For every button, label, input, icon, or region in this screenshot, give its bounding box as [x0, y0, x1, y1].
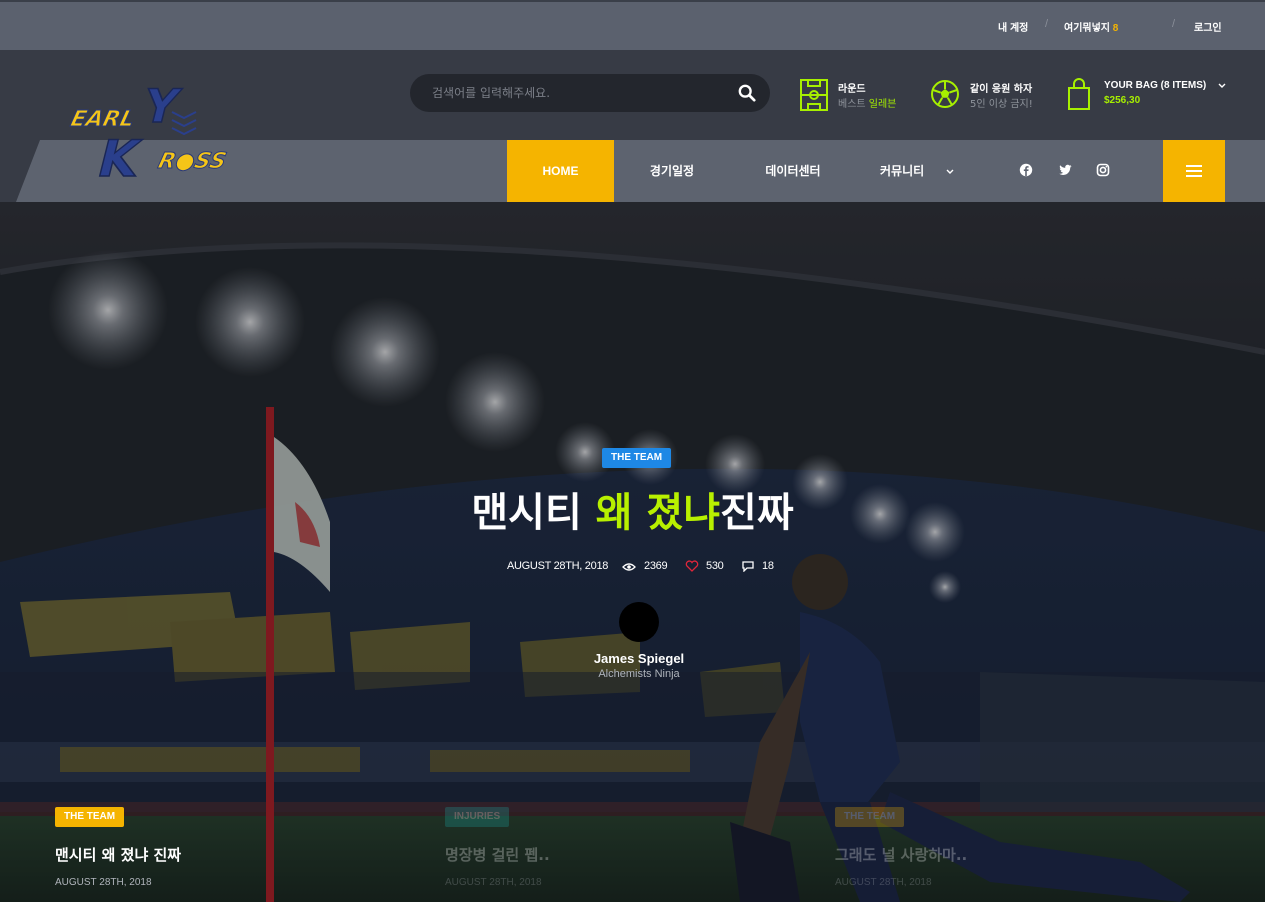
nav-data-center[interactable]: 데이터센터 — [748, 140, 838, 202]
round-subtitle: 베스트 일레븐 — [838, 95, 896, 110]
author-role: Alchemists Ninja — [598, 668, 680, 680]
hero-date: AUGUST 28TH, 2018 — [507, 560, 609, 572]
twitter-icon[interactable] — [1058, 163, 1072, 177]
card-category-badge[interactable]: THE TEAM — [835, 807, 905, 827]
cheer-title: 같이 응원 하자 — [970, 84, 1033, 95]
hero-title-highlight: 왜 졌냐 — [595, 490, 721, 536]
round-sub-highlight: 일레븐 — [868, 99, 897, 110]
post-card[interactable]: THE TEAM 맨시티 왜 졌냐 진짜 AUGUST 28TH, 2018 — [55, 806, 355, 888]
card-date: AUGUST 28TH, 2018 — [835, 877, 932, 888]
search-icon[interactable] — [738, 84, 756, 102]
bag-price: $256,30 — [1104, 95, 1141, 106]
logo-letter-k: K — [92, 130, 147, 184]
hero-title[interactable]: 맨시티 왜 졌냐진짜 — [0, 480, 1265, 538]
my-account-link[interactable]: 내 계정 — [998, 19, 1028, 34]
logo-text-early: EARL — [68, 106, 137, 132]
facebook-icon[interactable] — [1019, 163, 1033, 177]
cheer-subtitle: 5인 이상 금지! — [970, 99, 1033, 110]
nav-home[interactable]: HOME — [507, 140, 614, 202]
logo-letter-y: Y — [137, 84, 186, 134]
nav-community[interactable]: 커뮤니티 — [880, 140, 952, 202]
hero-comments: 18 — [762, 560, 774, 572]
card-date: AUGUST 28TH, 2018 — [55, 877, 152, 888]
card-category-badge[interactable]: INJURIES — [445, 807, 510, 827]
hero-likes: 530 — [706, 560, 724, 572]
menu-line — [1186, 165, 1202, 167]
instagram-icon[interactable] — [1096, 163, 1110, 177]
chevron-down-icon — [1218, 83, 1226, 88]
post-card[interactable]: INJURIES 명장병 걸린 펩.. AUGUST 28TH, 2018 — [445, 806, 745, 888]
comment-icon[interactable] — [741, 560, 755, 572]
round-sub-prefix: 베스트 — [838, 99, 869, 110]
bag-title: YOUR BAG (8 ITEMS) — [1104, 80, 1207, 91]
hero-title-part2: 진짜 — [720, 490, 794, 536]
logo-text-ross: R●SS — [156, 148, 229, 174]
wishlist-label: 여기뭐넣지 — [1064, 23, 1110, 34]
hero-title-part1: 맨시티 — [471, 490, 596, 536]
nav-community-label: 커뮤니티 — [880, 164, 925, 178]
search-bar — [410, 74, 770, 112]
search-input[interactable] — [410, 74, 720, 112]
card-title[interactable]: 명장병 걸린 펩.. — [445, 844, 745, 865]
site-logo[interactable]: EARL Y K R●SS — [52, 84, 262, 184]
eye-icon — [622, 563, 636, 571]
round-title: 라운드 — [838, 84, 866, 95]
hamburger-menu-button[interactable] — [1163, 140, 1225, 202]
author-name[interactable]: James Spiegel — [0, 651, 1265, 666]
chevron-down-icon — [946, 169, 954, 174]
menu-line — [1186, 170, 1202, 172]
divider: / — [1172, 18, 1176, 30]
wishlist-count: 8 — [1112, 23, 1119, 34]
hero-overlay — [0, 202, 1265, 902]
post-card[interactable]: THE TEAM 그래도 널 사랑하마.. AUGUST 28TH, 2018 — [835, 806, 1135, 888]
logo-chevrons — [171, 111, 197, 136]
card-category-badge[interactable]: THE TEAM — [55, 807, 125, 827]
field-icon — [800, 79, 828, 111]
top-bar: 내 계정 / 여기뭐넣지 8 / 로그인 — [0, 0, 1265, 50]
nav-schedule[interactable]: 경기일정 — [628, 140, 716, 202]
heart-icon[interactable] — [685, 560, 699, 572]
shopping-bag-icon — [1068, 78, 1090, 110]
card-title[interactable]: 맨시티 왜 졌냐 진짜 — [55, 844, 355, 865]
menu-line — [1186, 175, 1202, 177]
divider: / — [1045, 18, 1049, 30]
wishlist-link[interactable]: 여기뭐넣지 8 — [1064, 19, 1118, 34]
card-date: AUGUST 28TH, 2018 — [445, 877, 542, 888]
hero-section: THE TEAM 맨시티 왜 졌냐진짜 AUGUST 28TH, 2018 23… — [0, 202, 1265, 902]
hero-views: 2369 — [644, 560, 668, 572]
hero-category-badge[interactable]: THE TEAM — [602, 448, 672, 468]
soccer-ball-icon — [931, 80, 959, 108]
login-link[interactable]: 로그인 — [1194, 19, 1222, 34]
card-title[interactable]: 그래도 널 사랑하마.. — [835, 844, 1135, 865]
avatar[interactable] — [619, 602, 659, 642]
